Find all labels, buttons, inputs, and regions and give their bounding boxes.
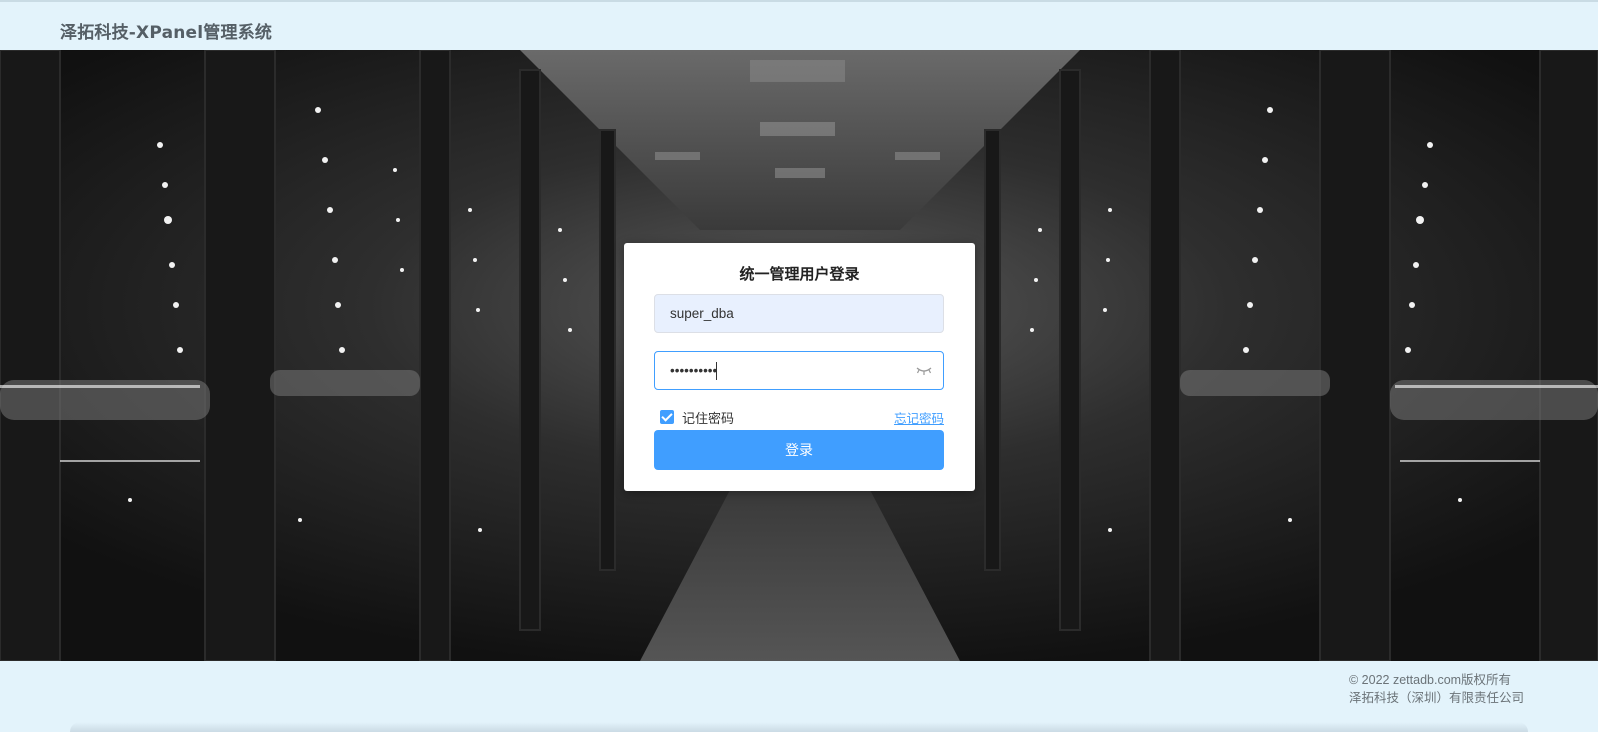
password-input[interactable] (655, 352, 943, 389)
username-field[interactable] (654, 294, 944, 333)
copyright-text: © 2022 zettadb.com版权所有 (1349, 673, 1512, 687)
remember-checkbox[interactable] (660, 410, 674, 424)
login-button[interactable]: 登录 (654, 430, 944, 470)
footer-text: © 2022 zettadb.com版权所有 泽拓科技（深圳）有限责任公司 (1349, 671, 1524, 707)
app-title: 泽拓科技-XPanel管理系统 (60, 23, 273, 43)
remember-password[interactable]: 记住密码 (654, 408, 735, 427)
eye-closed-icon[interactable] (915, 365, 933, 377)
username-input[interactable] (655, 295, 943, 332)
text-cursor (716, 362, 717, 380)
login-card: 统一管理用户登录 记住密码 忘记密码 登录 (624, 243, 975, 491)
footer: © 2022 zettadb.com版权所有 泽拓科技（深圳）有限责任公司 (0, 661, 1598, 732)
forgot-password-link[interactable]: 忘记密码 (894, 408, 944, 427)
login-title: 统一管理用户登录 (739, 265, 860, 283)
company-name: 泽拓科技（深圳）有限责任公司 (1349, 691, 1525, 705)
remember-label: 记住密码 (682, 411, 735, 427)
password-field[interactable] (654, 351, 944, 390)
footer-shadow (70, 722, 1528, 732)
top-header: 泽拓科技-XPanel管理系统 (0, 0, 1598, 50)
